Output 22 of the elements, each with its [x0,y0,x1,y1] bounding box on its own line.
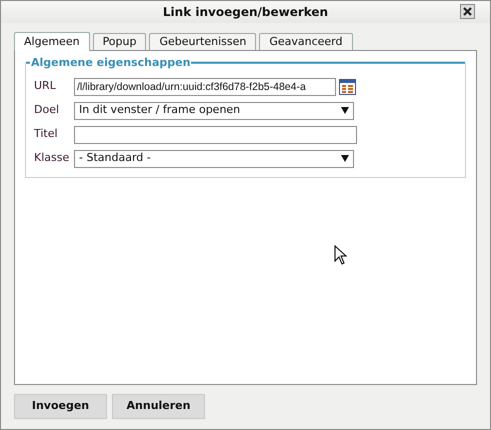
fieldset-legend: Algemene eigenschappen [30,54,192,72]
window-title: Link invoegen/bewerken [162,4,328,21]
dialog-button[interactable]: Annuleren [112,394,205,419]
cursor-icon [334,245,347,265]
dropdown[interactable]: - Standaard - [74,150,354,168]
browse-icon[interactable] [339,78,356,94]
field-label: Klasse [34,150,70,166]
tab[interactable]: Popup [92,33,146,50]
dropdown[interactable]: In dit venster / frame openen [74,102,354,120]
close-icon [463,7,472,16]
text-field[interactable]: /l/library/download/urn:uuid:cf3f6d78-f2b5-48e4-a [74,78,336,96]
tab[interactable]: Algemeen [14,32,90,51]
dialog-button[interactable]: Invoegen [14,394,107,419]
close-button[interactable] [460,4,475,19]
tab[interactable]: Gebeurtenissen [149,33,256,50]
field-label: URL [34,78,57,94]
field-label: Doel [34,102,60,118]
field-label: Titel [34,126,59,142]
dropdown-arrow-icon [341,155,349,162]
dropdown-arrow-icon [341,107,349,114]
tab[interactable]: Geavanceerd [259,33,352,50]
text-field[interactable] [74,126,357,144]
